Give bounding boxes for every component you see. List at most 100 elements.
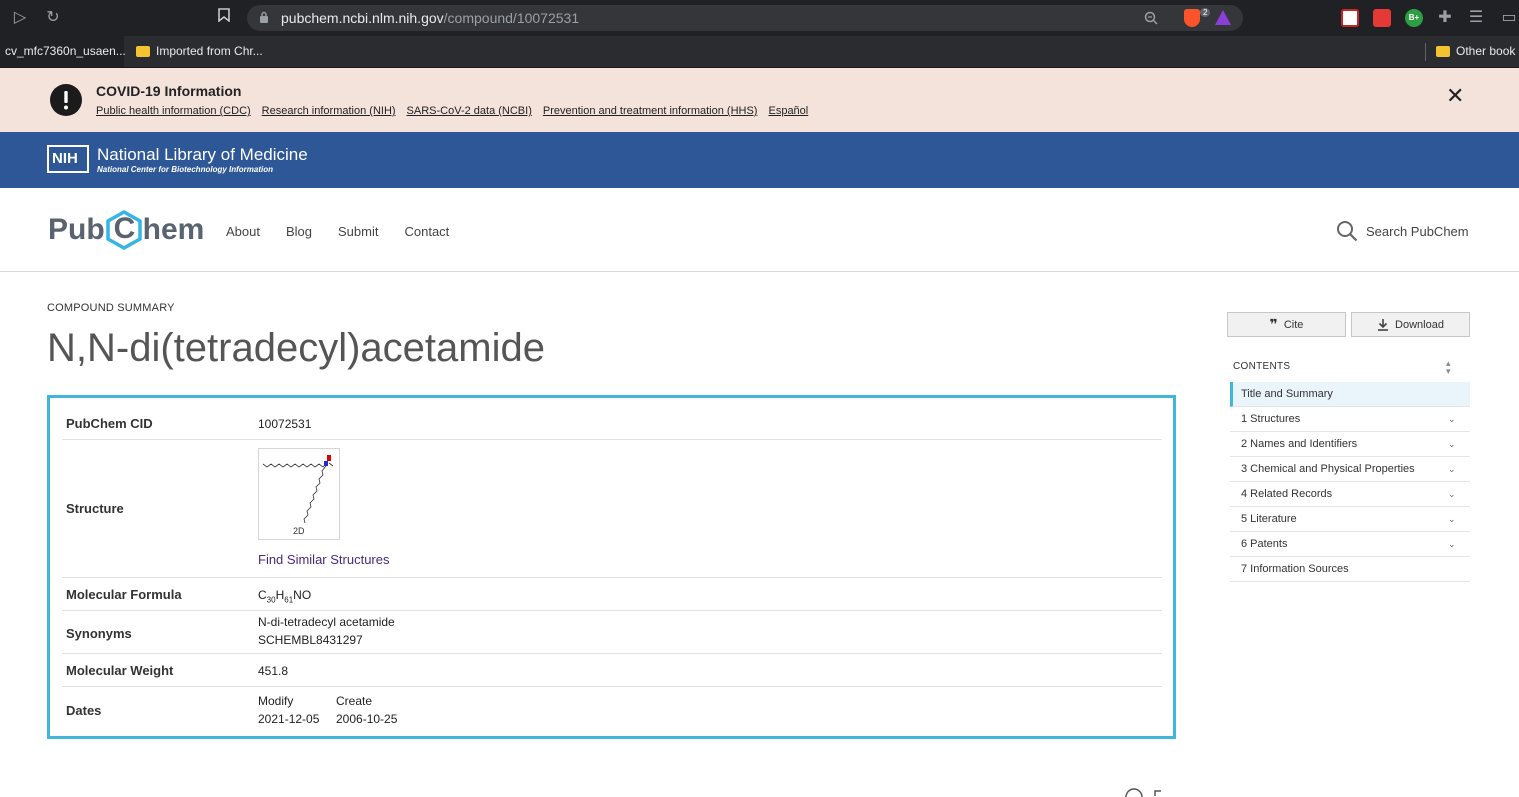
modify-label: Modify xyxy=(258,694,294,708)
hexagon-icon: C xyxy=(105,210,143,250)
structure-image[interactable]: 2D xyxy=(258,448,340,540)
table-row: PubChem CID 10072531 xyxy=(62,404,1162,440)
chevron-down-icon: ⌄ xyxy=(1448,414,1456,424)
download-label: Download xyxy=(1395,318,1444,331)
bookmark-divider xyxy=(1425,43,1426,61)
create-label: Create xyxy=(336,694,373,708)
cid-value: 10072531 xyxy=(258,417,312,431)
nav-submit[interactable]: Submit xyxy=(338,224,378,239)
formula-label: Molecular Formula xyxy=(66,587,182,602)
hhs-link[interactable]: Prevention and treatment information (HH… xyxy=(543,105,758,117)
extension-icon-1[interactable] xyxy=(1341,9,1359,27)
pubchem-header: Pub C hem About Blog Submit Contact Sear… xyxy=(0,188,1519,272)
compound-kind: COMPOUND SUMMARY xyxy=(47,302,175,314)
modify-date: Modify 2021-12-05 xyxy=(258,692,319,728)
nih-logo[interactable]: NIH xyxy=(47,145,89,173)
covid-title: COVID-19 Information xyxy=(96,83,242,99)
download-button[interactable]: Download xyxy=(1351,312,1470,337)
synonym-item: N-di-tetradecyl acetamide xyxy=(258,615,395,629)
weight-value: 451.8 xyxy=(258,664,289,678)
playlist-icon[interactable]: ☰ xyxy=(1466,8,1486,28)
chevron-down-icon: ⌄ xyxy=(1448,439,1456,449)
cid-label: PubChem CID xyxy=(66,416,153,431)
synonyms-label: Synonyms xyxy=(66,626,132,641)
main-nav: About Blog Submit Contact xyxy=(226,224,449,239)
folder-icon xyxy=(136,45,150,57)
pubchem-logo[interactable]: Pub C hem xyxy=(48,210,204,250)
forward-icon[interactable]: ▷ xyxy=(10,8,30,28)
nav-contact[interactable]: Contact xyxy=(404,224,449,239)
toc-properties[interactable]: 3 Chemical and Physical Properties ⌄ xyxy=(1230,457,1470,482)
nlm-header: NIH National Library of Medicine Nationa… xyxy=(0,132,1519,188)
dates-label: Dates xyxy=(66,703,102,718)
alert-icon xyxy=(50,84,82,116)
create-value: 2006-10-25 xyxy=(336,712,398,726)
find-similar-link[interactable]: Find Similar Structures xyxy=(258,552,389,567)
espanol-link[interactable]: Español xyxy=(768,105,808,117)
nav-about[interactable]: About xyxy=(226,224,260,239)
bottom-partial-icons xyxy=(1125,788,1161,797)
bookmarks-bar: cv_mfc7360n_usaen... Imported from Chr..… xyxy=(0,36,1519,68)
bookmark-folder[interactable]: Imported from Chr... xyxy=(136,44,263,58)
chevron-down-icon: ⌄ xyxy=(1448,539,1456,549)
search-label: Search PubChem xyxy=(1366,223,1469,239)
table-row: Dates Modify 2021-12-05 Create 2006-10-2… xyxy=(62,687,1162,733)
puzzle-icon[interactable]: ✚ xyxy=(1435,8,1455,28)
formula-value[interactable]: C30H61NO xyxy=(258,588,311,604)
molecule-drawing xyxy=(262,455,334,524)
nlm-title[interactable]: National Library of Medicine xyxy=(97,145,308,165)
url-bar[interactable]: pubchem.ncbi.nlm.nih.gov/compound/100725… xyxy=(247,5,1243,31)
logo-text-right: hem xyxy=(142,213,205,246)
create-date: Create 2006-10-25 xyxy=(336,692,397,728)
chevron-down-icon: ⌄ xyxy=(1448,514,1456,524)
contents-label: CONTENTS xyxy=(1233,361,1291,372)
covid-links: Public health information (CDC) Research… xyxy=(96,105,808,117)
nih-link[interactable]: Research information (NIH) xyxy=(262,105,396,117)
extension-icon-2[interactable] xyxy=(1373,9,1391,27)
toc-names[interactable]: 2 Names and Identifiers ⌄ xyxy=(1230,432,1470,457)
toc-literature[interactable]: 5 Literature ⌄ xyxy=(1230,507,1470,532)
lock-icon xyxy=(260,11,268,23)
cite-button[interactable]: ❞ Cite xyxy=(1227,312,1346,337)
toc-patents[interactable]: 6 Patents ⌄ xyxy=(1230,532,1470,557)
download-icon xyxy=(1378,319,1389,331)
logo-text-left: Pub xyxy=(48,213,105,246)
other-bookmarks[interactable]: Other book xyxy=(1436,44,1515,58)
search-icon xyxy=(1337,221,1358,242)
brave-shield-icon[interactable] xyxy=(1184,9,1200,27)
chevron-down-icon: ⌄ xyxy=(1448,464,1456,474)
modify-value: 2021-12-05 xyxy=(258,712,320,726)
summary-table: PubChem CID 10072531 Structure 2D Find S… xyxy=(47,395,1176,739)
synonym-item: SCHEMBL8431297 xyxy=(258,633,363,647)
toc-sources[interactable]: 7 Information Sources xyxy=(1230,557,1470,582)
folder-icon xyxy=(1436,45,1450,57)
table-row: Structure 2D Find Similar Structures xyxy=(62,440,1162,578)
structure-label: Structure xyxy=(66,501,124,516)
nlm-subtitle: National Center for Biotechnology Inform… xyxy=(97,165,274,174)
brave-rewards-icon[interactable] xyxy=(1215,10,1231,25)
chevron-updown-icon[interactable]: ▴ ▾ xyxy=(1446,359,1451,376)
table-row: Molecular Formula C30H61NO xyxy=(62,578,1162,611)
search-button[interactable]: Search PubChem xyxy=(1336,220,1469,242)
bookmark-item[interactable]: cv_mfc7360n_usaen... xyxy=(5,44,126,58)
wallet-icon[interactable]: ▭ xyxy=(1499,8,1519,28)
browser-toolbar: ▷ ↻ pubchem.ncbi.nlm.nih.gov/compound/10… xyxy=(0,0,1519,36)
zoom-icon[interactable] xyxy=(1144,11,1158,25)
chevron-down-icon: ⌄ xyxy=(1448,489,1456,499)
ncbi-link[interactable]: SARS-CoV-2 data (NCBI) xyxy=(407,105,532,117)
toc-title-summary[interactable]: Title and Summary xyxy=(1230,382,1470,407)
cdc-link[interactable]: Public health information (CDC) xyxy=(96,105,251,117)
structure-tag[interactable]: 2D xyxy=(293,526,305,536)
url-text: pubchem.ncbi.nlm.nih.gov/compound/100725… xyxy=(281,10,580,26)
close-icon[interactable]: ✕ xyxy=(1446,85,1464,107)
toc-structures[interactable]: 1 Structures ⌄ xyxy=(1230,407,1470,432)
cite-label: Cite xyxy=(1283,318,1304,331)
nav-blog[interactable]: Blog xyxy=(286,224,312,239)
reload-icon[interactable]: ↻ xyxy=(43,8,63,28)
bookmark-icon[interactable] xyxy=(214,8,234,28)
logo-text-mid: C xyxy=(113,212,136,245)
extension-icon-3[interactable]: B+ xyxy=(1405,9,1423,27)
toc-related[interactable]: 4 Related Records ⌄ xyxy=(1230,482,1470,507)
shield-badge: 2 xyxy=(1200,8,1211,17)
table-row: Synonyms N-di-tetradecyl acetamide SCHEM… xyxy=(62,611,1162,654)
